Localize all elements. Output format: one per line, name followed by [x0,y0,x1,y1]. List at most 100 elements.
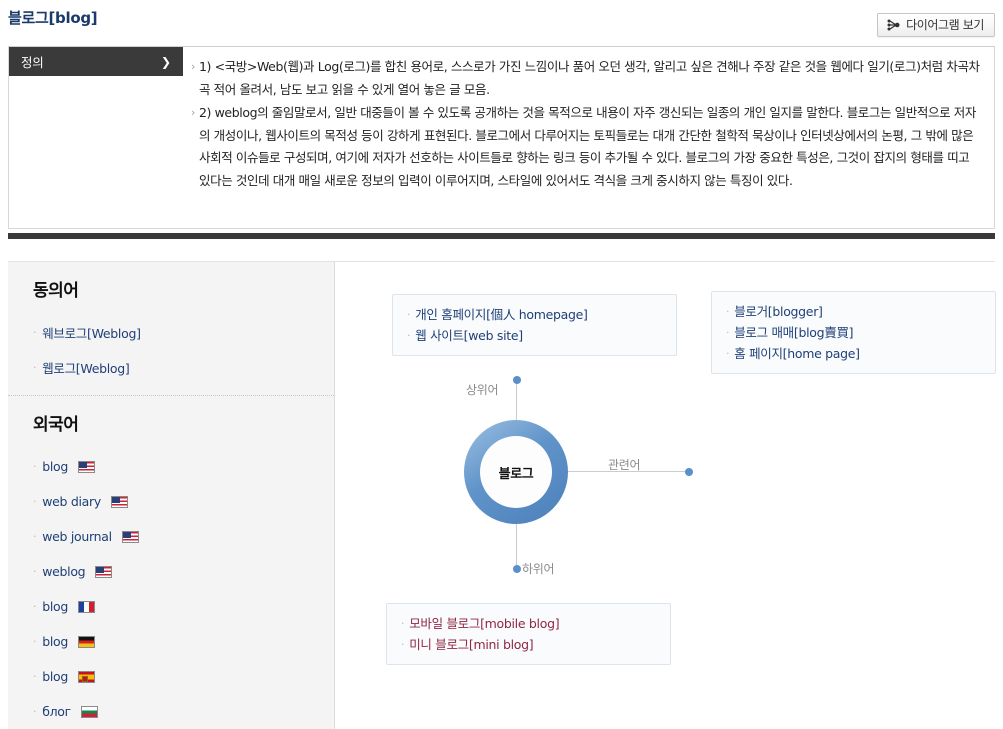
bullet-icon: · [726,326,730,339]
lower-region: 동의어 · 웨브로그[Weblog] · 웹로그[Weblog] 외국어 · b… [8,261,996,729]
flag-de-icon [78,635,95,648]
node-diagram-icon [887,19,900,31]
related-box: · 블로거[blogger] · 블로그 매매[blog賣買] · 홈 페이지[… [711,291,996,374]
edge-label-hyponym: 하위어 [522,562,555,576]
bullet-icon: · [407,329,411,342]
flag-es-icon [78,670,95,683]
edge-hypernym-endpoint[interactable] [513,376,521,384]
list-item[interactable]: · 블로그 매매[blog賣買] [726,322,981,343]
relation-diagram: 상위어 관련어 하위어 블로그 · 개인 홈페이지[個人 homepage] ·… [336,262,996,729]
list-item[interactable]: · blog [8,659,334,694]
list-item[interactable]: · blog [8,449,334,484]
definition-body: › 1) <국방>Web(웹)과 Log(로그)를 합친 용어로, 스스로가 가… [183,47,994,228]
related-label[interactable]: 블로그 매매[blog賣買] [734,322,853,343]
bullet-icon: · [33,635,37,648]
bullet-icon: · [726,305,730,318]
bullet-icon: · [33,565,37,578]
foreign-label[interactable]: web journal [42,529,112,544]
bullet-icon: · [401,638,405,651]
bullet-icon: · [33,600,37,613]
definition-tab[interactable]: 정의 ❯ [9,47,183,228]
sidebar: 동의어 · 웨브로그[Weblog] · 웹로그[Weblog] 외국어 · b… [8,262,335,729]
edge-label-hypernym: 상위어 [466,383,499,397]
list-item[interactable]: · weblog [8,554,334,589]
list-item[interactable]: · blog [8,589,334,624]
definition-item: › 1) <국방>Web(웹)과 Log(로그)를 합친 용어로, 스스로가 가… [191,56,982,101]
edge-related-endpoint[interactable] [685,468,693,476]
hyponym-box: · 모바일 블로그[mobile blog] · 미니 블로그[mini blo… [386,603,671,665]
edge-hyponym-line [516,520,517,568]
synonym-label[interactable]: 웨브로그[Weblog] [42,323,141,342]
center-node-label: 블로그 [480,436,552,508]
edge-hyponym-endpoint[interactable] [513,565,521,573]
definition-panel: 정의 ❯ › 1) <국방>Web(웹)과 Log(로그)를 합친 용어로, 스… [8,46,995,229]
bullet-icon: › [191,60,195,73]
foreign-label[interactable]: weblog [42,564,85,579]
foreign-label[interactable]: blog [42,459,68,474]
flag-us-icon [121,530,139,543]
list-item[interactable]: · блог [8,694,334,729]
foreign-label[interactable]: блог [42,704,71,719]
definition-tab-body [9,76,183,228]
synonym-label[interactable]: 웹로그[Weblog] [42,358,130,377]
list-item[interactable]: · 개인 홈페이지[個人 homepage] [407,304,662,325]
hypernym-label[interactable]: 개인 홈페이지[個人 homepage] [415,304,588,325]
list-item[interactable]: · blog [8,624,334,659]
bullet-icon: · [33,705,37,718]
foreign-label[interactable]: blog [42,634,68,649]
sidebar-section-title: 동의어 [33,281,79,301]
list-item[interactable]: · 미니 블로그[mini blog] [401,634,656,655]
edge-label-related: 관련어 [608,458,641,472]
bullet-icon: · [33,361,37,374]
list-item[interactable]: · 웨브로그[Weblog] [8,315,334,350]
sidebar-section-title: 외국어 [33,415,79,435]
bullet-icon: · [33,460,37,473]
list-item[interactable]: · web journal [8,519,334,554]
list-item[interactable]: · 웹 사이트[web site] [407,325,662,346]
page-title: 블로그[blog] [8,9,98,27]
flag-us-icon [95,565,113,578]
hyponym-label[interactable]: 모바일 블로그[mobile blog] [409,613,559,634]
foreign-label[interactable]: web diary [42,494,101,509]
sidebar-section-foreign: 외국어 · blog · web diary · web journal · w… [8,395,334,729]
foreign-label[interactable]: blog [42,599,68,614]
foreign-label[interactable]: blog [42,669,68,684]
flag-bg-icon [80,705,98,718]
related-label[interactable]: 홈 페이지[home page] [734,343,860,364]
chevron-right-icon: ❯ [160,54,171,69]
definition-tab-label: 정의 [21,55,44,70]
center-node[interactable]: 블로그 [464,420,568,524]
hypernym-list: · 개인 홈페이지[個人 homepage] · 웹 사이트[web site] [407,304,662,346]
definition-item: › 2) weblog의 줄임말로서, 일반 대중들이 볼 수 있도록 공개하는… [191,102,982,192]
list-item[interactable]: · 블로거[blogger] [726,301,981,322]
bullet-icon: · [33,530,37,543]
definition-text-1: 1) <국방>Web(웹)과 Log(로그)를 합친 용어로, 스스로가 가진 … [199,59,980,97]
list-item[interactable]: · 홈 페이지[home page] [726,343,981,364]
list-item[interactable]: · web diary [8,484,334,519]
related-list: · 블로거[blogger] · 블로그 매매[blog賣買] · 홈 페이지[… [726,301,981,364]
hyponym-label[interactable]: 미니 블로그[mini blog] [409,634,533,655]
flag-us-icon [78,460,95,473]
section-divider [8,233,995,239]
view-diagram-label: 다이어그램 보기 [906,18,984,32]
hypernym-label[interactable]: 웹 사이트[web site] [415,325,523,346]
bullet-icon: · [726,347,730,360]
bullet-icon: · [401,617,405,630]
view-diagram-button[interactable]: 다이어그램 보기 [877,13,995,37]
title-bar: 블로그[blog] 다이어그램 보기 [0,0,1003,44]
hyponym-list: · 모바일 블로그[mobile blog] · 미니 블로그[mini blo… [401,613,656,655]
sidebar-section-synonyms: 동의어 · 웨브로그[Weblog] · 웹로그[Weblog] [8,262,334,395]
bullet-icon: · [33,495,37,508]
flag-fr-icon [78,600,95,613]
definition-text-2: 2) weblog의 줄임말로서, 일반 대중들이 볼 수 있도록 공개하는 것… [199,105,976,188]
flag-us-icon [110,495,128,508]
bullet-icon: · [33,670,37,683]
hypernym-box: · 개인 홈페이지[個人 homepage] · 웹 사이트[web site] [392,294,677,356]
list-item[interactable]: · 모바일 블로그[mobile blog] [401,613,656,634]
synonym-list: · 웨브로그[Weblog] · 웹로그[Weblog] [8,315,334,385]
related-label[interactable]: 블로거[blogger] [734,301,823,322]
list-item[interactable]: · 웹로그[Weblog] [8,350,334,385]
page-root: 블로그[blog] 다이어그램 보기 정의 ❯ › 1) <국방>Web(웹)과… [0,0,1003,729]
bullet-icon: · [407,308,411,321]
definition-tab-header[interactable]: 정의 ❯ [9,47,183,76]
